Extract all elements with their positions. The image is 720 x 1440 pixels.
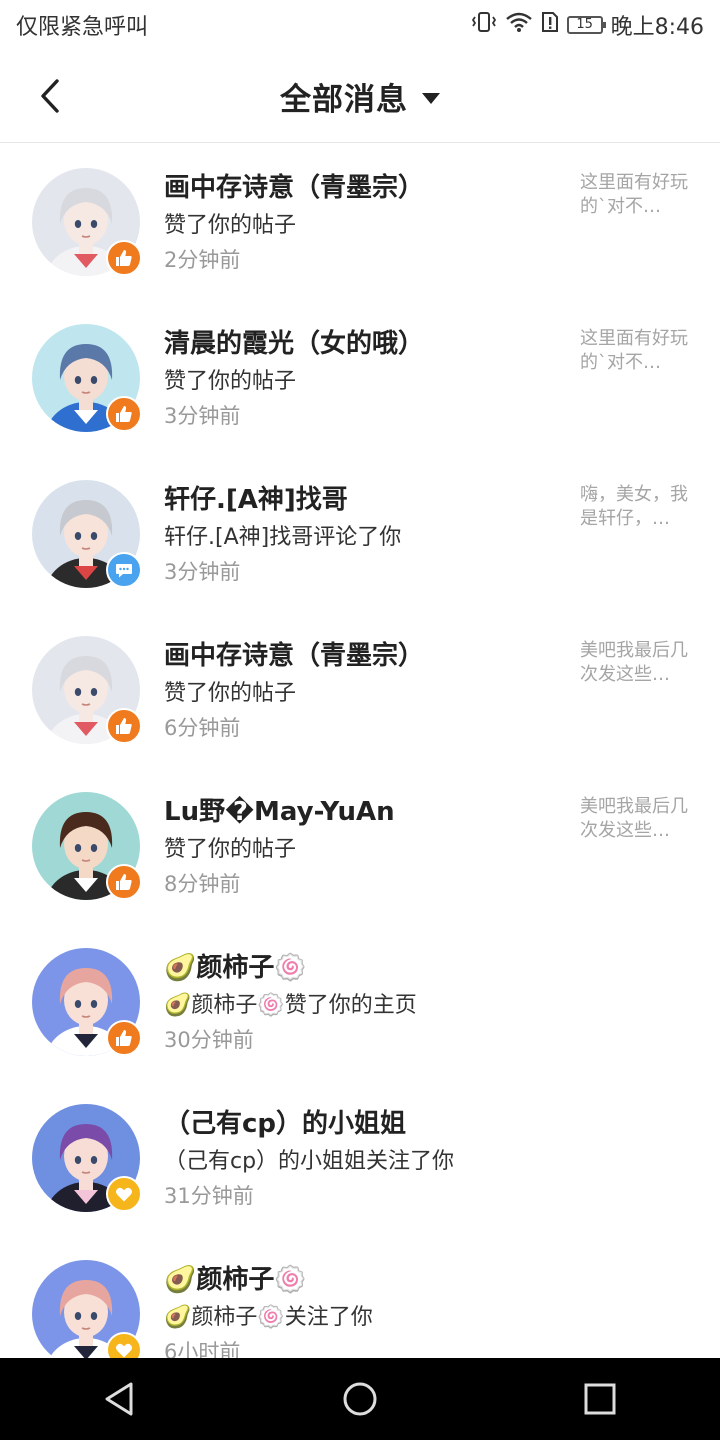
message-item[interactable]: Lu野�May-YuAn 赞了你的帖子 8分钟前 美吧我最后几次发这些… bbox=[0, 767, 720, 923]
sender-name[interactable]: 画中存诗意（青墨宗） bbox=[164, 635, 424, 672]
message-filter-dropdown[interactable]: 全部消息 bbox=[0, 50, 720, 143]
like-badge bbox=[106, 1020, 142, 1056]
message-action: 赞了你的帖子 bbox=[164, 369, 297, 394]
post-preview[interactable]: 嗨，美女，我是轩仔，… bbox=[580, 483, 688, 531]
message-item[interactable]: 🥑颜柿子🍥 🥑颜柿子🍥赞了你的主页 30分钟前 bbox=[0, 923, 720, 1079]
wifi-icon bbox=[505, 11, 533, 39]
circle-home-icon bbox=[343, 1382, 377, 1416]
back-button[interactable] bbox=[28, 72, 72, 120]
follow-badge bbox=[106, 1176, 142, 1212]
nav-recents-button[interactable] bbox=[560, 1369, 640, 1429]
nav-back-button[interactable] bbox=[80, 1369, 160, 1429]
clock: 晚上8:46 bbox=[610, 15, 704, 40]
vibrate-icon bbox=[471, 11, 497, 39]
chevron-left-icon bbox=[41, 79, 59, 113]
sender-name[interactable]: 🥑颜柿子🍥 bbox=[164, 1259, 307, 1296]
status-bar: 仅限紧急呼叫 15 晚上8:46 bbox=[0, 0, 720, 50]
comment-badge bbox=[106, 552, 142, 588]
thumbs-up-icon bbox=[114, 1028, 134, 1048]
heart-icon bbox=[114, 1340, 134, 1360]
message-item[interactable]: 轩仔.[A神]找哥轩仔.[A神]找哥评论了你 3分钟前 嗨，美女，我是轩仔，… bbox=[0, 455, 720, 611]
like-badge bbox=[106, 240, 142, 276]
sender-name[interactable]: Lu野�May-YuAn bbox=[164, 791, 395, 828]
message-item[interactable]: （己有cp）的小姐姐 （己有cp）的小姐姐关注了你 31分钟前 bbox=[0, 1079, 720, 1235]
battery-icon: 15 bbox=[566, 16, 606, 34]
thumbs-up-icon bbox=[114, 404, 134, 424]
carrier-text: 仅限紧急呼叫 bbox=[16, 15, 149, 40]
comment-icon bbox=[114, 560, 134, 580]
sender-name[interactable]: 画中存诗意（青墨宗） bbox=[164, 167, 424, 204]
nav-home-button[interactable] bbox=[320, 1369, 400, 1429]
triangle-back-icon bbox=[105, 1382, 133, 1416]
thumbs-up-icon bbox=[114, 716, 134, 736]
sim-alert-icon bbox=[541, 11, 559, 39]
post-preview[interactable]: 美吧我最后几次发这些… bbox=[580, 795, 688, 843]
message-action: （己有cp）的小姐姐关注了你 bbox=[164, 1149, 455, 1174]
message-time: 3分钟前 bbox=[164, 560, 241, 584]
message-list: 画中存诗意（青墨宗） 赞了你的帖子 2分钟前 这里面有好玩的`对不… 清晨的霞光（女的哦… bbox=[0, 143, 720, 1391]
battery-level: 15 bbox=[576, 17, 593, 32]
message-time: 2分钟前 bbox=[164, 248, 241, 272]
square-recents-icon bbox=[584, 1383, 616, 1415]
message-action: 赞了你的帖子 bbox=[164, 837, 297, 862]
message-time: 3分钟前 bbox=[164, 404, 241, 428]
caret-down-icon bbox=[422, 93, 440, 104]
status-icons: 15 晚上8:46 bbox=[471, 9, 704, 41]
message-item[interactable]: 画中存诗意（青墨宗） 赞了你的帖子 6分钟前 美吧我最后几次发这些… bbox=[0, 611, 720, 767]
message-time: 8分钟前 bbox=[164, 872, 241, 896]
thumbs-up-icon bbox=[114, 248, 134, 268]
sender-name[interactable]: 轩仔.[A神]找哥 bbox=[164, 479, 348, 516]
sender-name[interactable]: （己有cp）的小姐姐 bbox=[164, 1103, 406, 1140]
sender-name[interactable]: 清晨的霞光（女的哦） bbox=[164, 323, 424, 360]
message-time: 30分钟前 bbox=[164, 1028, 254, 1052]
post-preview[interactable]: 这里面有好玩的`对不… bbox=[580, 171, 688, 219]
post-preview[interactable]: 美吧我最后几次发这些… bbox=[580, 639, 688, 687]
message-action: 🥑颜柿子🍥赞了你的主页 bbox=[164, 993, 417, 1018]
top-bar: 全部消息 bbox=[0, 50, 720, 143]
message-action: 赞了你的帖子 bbox=[164, 681, 297, 706]
message-action: 赞了你的帖子 bbox=[164, 213, 297, 238]
thumbs-up-icon bbox=[114, 872, 134, 892]
message-time: 6分钟前 bbox=[164, 716, 241, 740]
like-badge bbox=[106, 708, 142, 744]
like-badge bbox=[106, 396, 142, 432]
message-action: 轩仔.[A神]找哥评论了你 bbox=[164, 525, 402, 550]
heart-icon bbox=[114, 1184, 134, 1204]
message-time: 31分钟前 bbox=[164, 1184, 254, 1208]
system-nav-bar bbox=[0, 1358, 720, 1440]
message-item[interactable]: 清晨的霞光（女的哦） 赞了你的帖子 3分钟前 这里面有好玩的`对不… bbox=[0, 299, 720, 455]
post-preview[interactable]: 这里面有好玩的`对不… bbox=[580, 327, 688, 375]
message-item[interactable]: 画中存诗意（青墨宗） 赞了你的帖子 2分钟前 这里面有好玩的`对不… bbox=[0, 143, 720, 299]
sender-name[interactable]: 🥑颜柿子🍥 bbox=[164, 947, 307, 984]
like-badge bbox=[106, 864, 142, 900]
message-action: 🥑颜柿子🍥关注了你 bbox=[164, 1305, 373, 1330]
page-title: 全部消息 bbox=[280, 82, 408, 118]
